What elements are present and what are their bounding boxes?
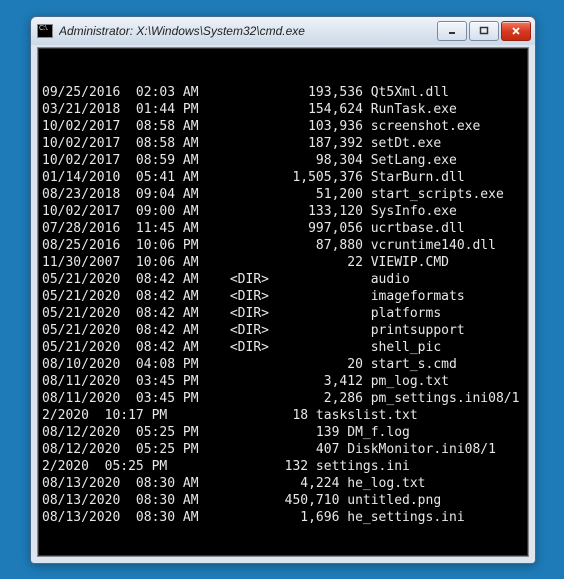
listing-row: 08/10/2020 04:08 PM 20 start_s.cmd xyxy=(42,356,524,373)
listing-row: 05/21/2020 08:42 AM <DIR> imageformats xyxy=(42,288,524,305)
listing-row: 08/11/2020 03:45 PM 3,412 pm_log.txt xyxy=(42,373,524,390)
listing-row: 08/12/2020 05:25 PM 407 DiskMonitor.ini0… xyxy=(42,441,524,458)
console-output[interactable]: 09/25/2016 02:03 AM 193,536 Qt5Xml.dll03… xyxy=(37,47,529,557)
listing-row: 08/13/2020 08:30 AM 450,710 untitled.png xyxy=(42,492,524,509)
listing-row: 05/21/2020 08:42 AM <DIR> printsupport xyxy=(42,322,524,339)
window-title: Administrator: X:\Windows\System32\cmd.e… xyxy=(59,24,437,38)
listing-row: 09/25/2016 02:03 AM 193,536 Qt5Xml.dll xyxy=(42,84,524,101)
listing-row: 08/23/2018 09:04 AM 51,200 start_scripts… xyxy=(42,186,524,203)
listing-row: 01/14/2010 05:41 AM 1,505,376 StarBurn.d… xyxy=(42,169,524,186)
minimize-button[interactable] xyxy=(437,21,467,41)
listing-row: 08/11/2020 03:45 PM 2,286 pm_settings.in… xyxy=(42,390,524,407)
listing-row: 08/13/2020 08:30 AM 4,224 he_log.txt xyxy=(42,475,524,492)
listing-row: 03/21/2018 01:44 PM 154,624 RunTask.exe xyxy=(42,101,524,118)
maximize-button[interactable] xyxy=(469,21,499,41)
directory-listing: 09/25/2016 02:03 AM 193,536 Qt5Xml.dll03… xyxy=(42,84,524,526)
cmd-icon: C:\. xyxy=(37,24,53,38)
listing-row: 10/02/2017 08:59 AM 98,304 SetLang.exe xyxy=(42,152,524,169)
listing-row: 08/12/2020 05:25 PM 139 DM_f.log xyxy=(42,424,524,441)
listing-row: 10/02/2017 08:58 AM 187,392 setDt.exe xyxy=(42,135,524,152)
listing-row: 07/28/2016 11:45 AM 997,056 ucrtbase.dll xyxy=(42,220,524,237)
listing-row: 05/21/2020 08:42 AM <DIR> shell_pic xyxy=(42,339,524,356)
cmd-window: C:\. Administrator: X:\Windows\System32\… xyxy=(30,16,536,564)
listing-row: 08/13/2020 08:30 AM 1,696 he_settings.in… xyxy=(42,509,524,526)
listing-row: 05/21/2020 08:42 AM <DIR> platforms xyxy=(42,305,524,322)
listing-row: 05/21/2020 08:42 AM <DIR> audio xyxy=(42,271,524,288)
listing-row: 08/25/2016 10:06 PM 87,880 vcruntime140.… xyxy=(42,237,524,254)
listing-row: 10/02/2017 08:58 AM 103,936 screenshot.e… xyxy=(42,118,524,135)
listing-row: 2/2020 10:17 PM 18 taskslist.txt xyxy=(42,407,524,424)
window-controls xyxy=(437,21,531,41)
listing-row: 2/2020 05:25 PM 132 settings.ini xyxy=(42,458,524,475)
listing-row: 11/30/2007 10:06 AM 22 VIEWIP.CMD xyxy=(42,254,524,271)
titlebar[interactable]: C:\. Administrator: X:\Windows\System32\… xyxy=(31,17,535,45)
close-button[interactable] xyxy=(501,21,531,41)
listing-row: 10/02/2017 09:00 AM 133,120 SysInfo.exe xyxy=(42,203,524,220)
